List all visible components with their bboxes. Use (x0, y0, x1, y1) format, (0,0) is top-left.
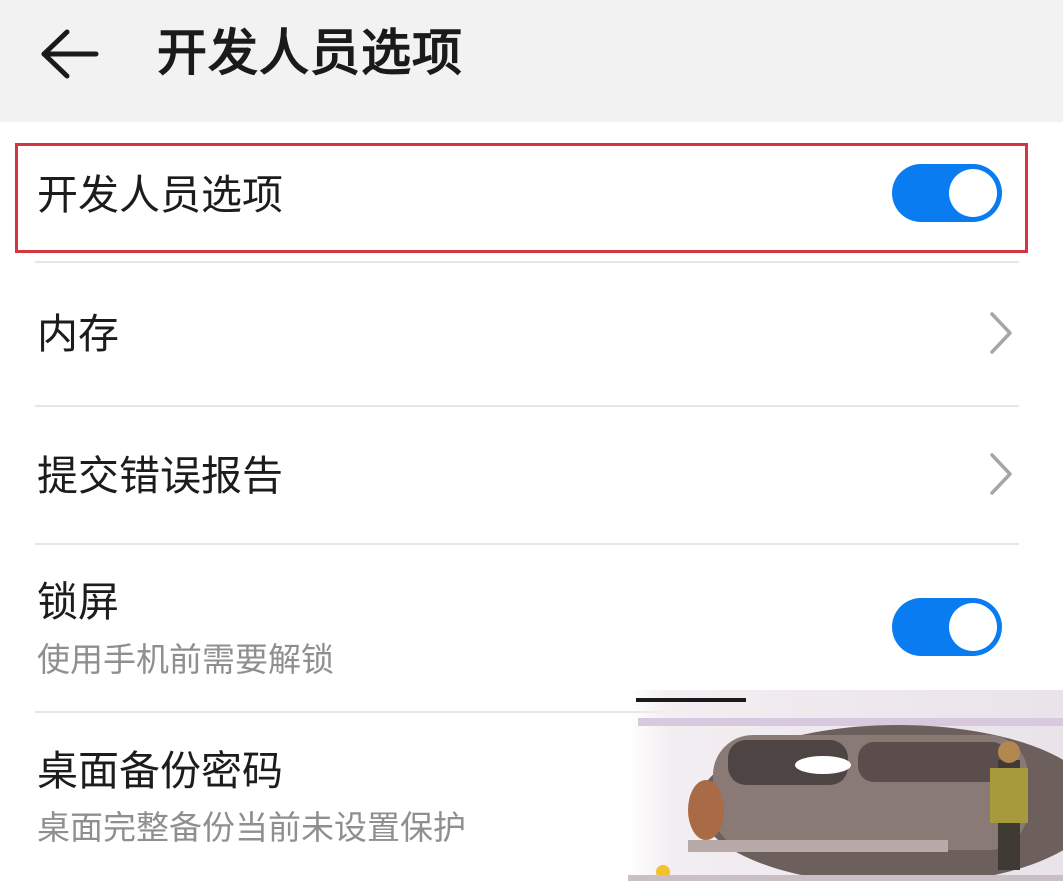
chevron-right-icon (990, 312, 1012, 354)
photo-overlay (628, 690, 1063, 881)
memory-row[interactable]: 内存 (0, 263, 1063, 405)
chevron-right-icon (990, 453, 1012, 495)
toggle-knob (949, 603, 997, 651)
developer-options-label: 开发人员选项 (37, 171, 283, 219)
lock-screen-description: 使用手机前需要解锁 (37, 640, 334, 679)
lock-screen-toggle[interactable] (892, 598, 1002, 656)
memory-label: 内存 (37, 310, 119, 358)
lock-screen-label: 锁屏 (37, 578, 119, 626)
desktop-backup-password-label: 桌面备份密码 (37, 747, 283, 795)
developer-options-row[interactable]: 开发人员选项 (0, 143, 1063, 251)
app-bar: 开发人员选项 (0, 0, 1063, 122)
arrow-left-icon (41, 29, 99, 79)
developer-options-toggle[interactable] (892, 164, 1002, 222)
developer-options-screen: 开发人员选项 开发人员选项 内存 提交错误报告 锁屏 使用手机前需要解锁 桌面备… (0, 0, 1063, 881)
desktop-backup-password-description: 桌面完整备份当前未设置保护 (37, 808, 466, 847)
back-button[interactable] (30, 14, 110, 94)
lock-screen-row[interactable]: 锁屏 使用手机前需要解锁 (0, 545, 1063, 711)
bug-report-label: 提交错误报告 (37, 452, 283, 500)
page-title: 开发人员选项 (157, 24, 463, 82)
bug-report-row[interactable]: 提交错误报告 (0, 407, 1063, 543)
toggle-knob (949, 169, 997, 217)
